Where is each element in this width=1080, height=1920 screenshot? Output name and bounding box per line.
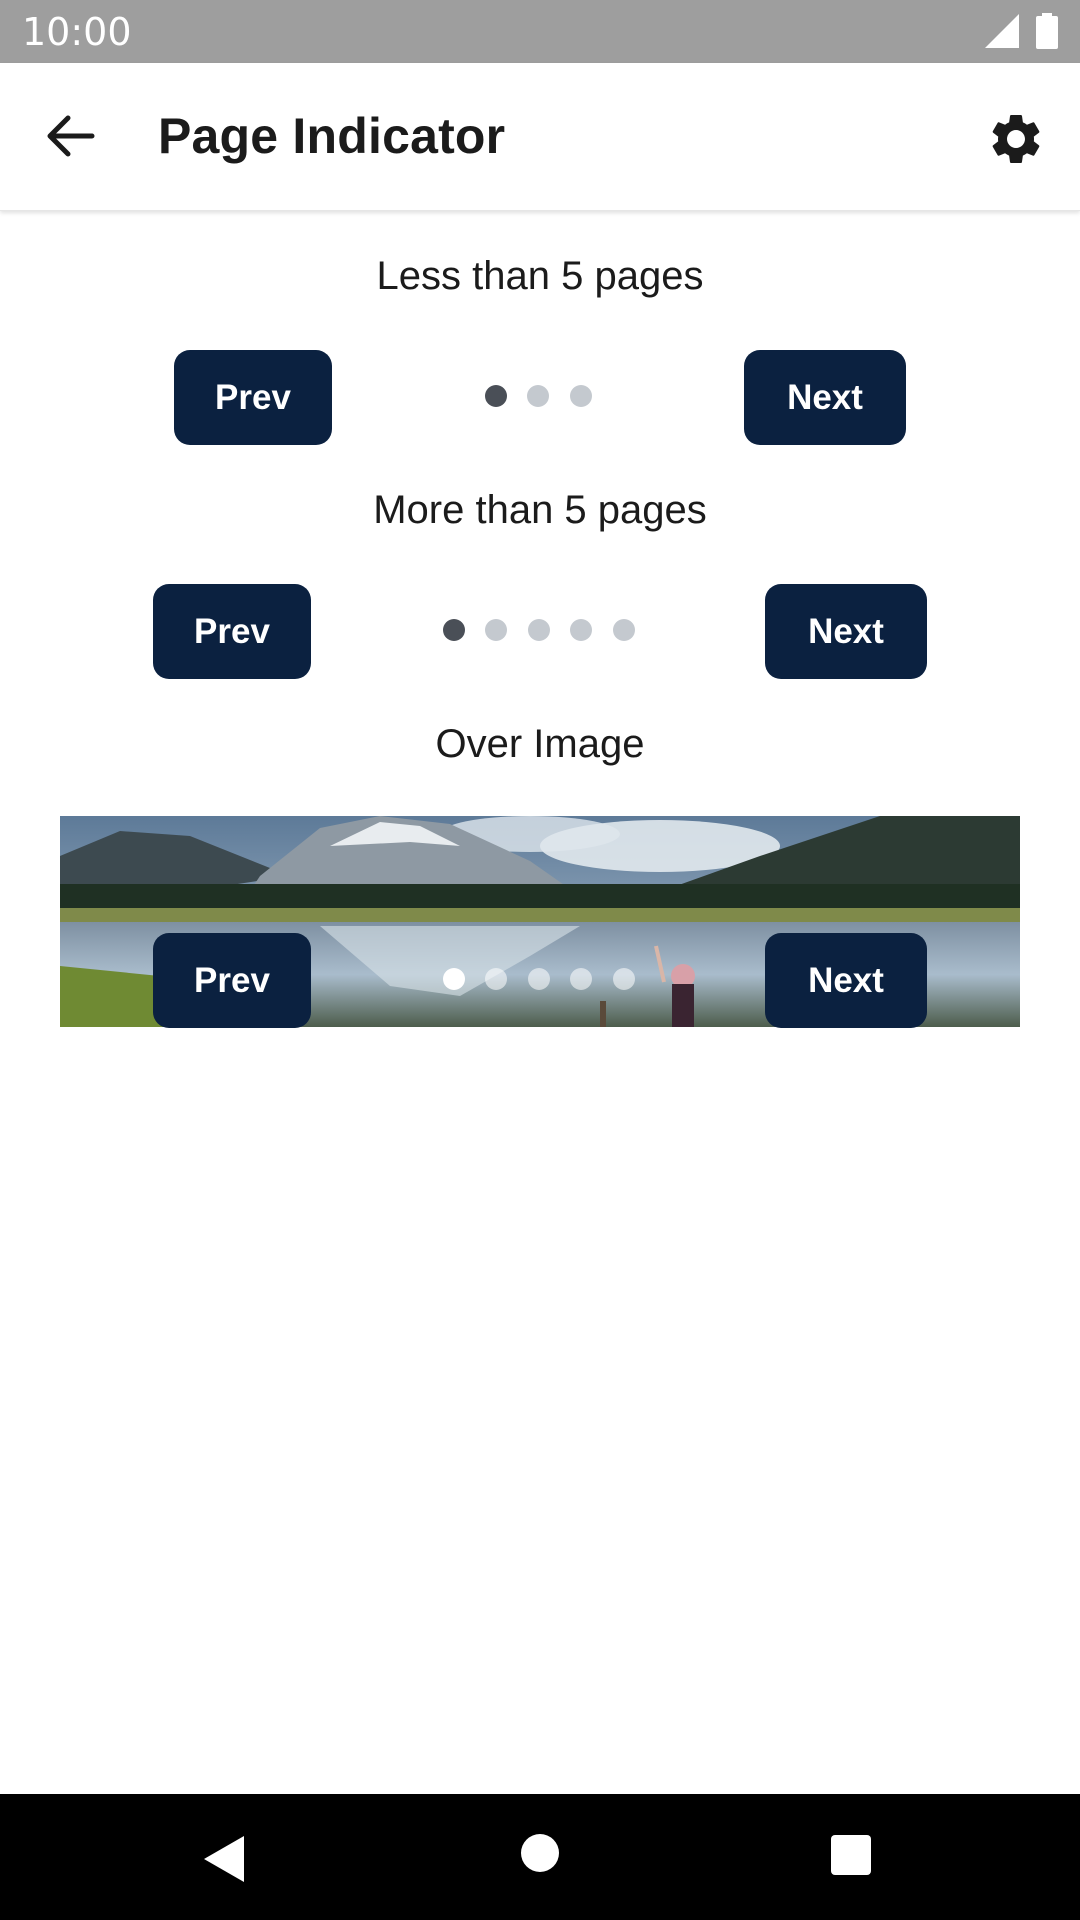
page-dot[interactable] bbox=[485, 385, 507, 407]
page-dot[interactable] bbox=[528, 968, 550, 990]
section-label-over-image: Over Image bbox=[435, 722, 645, 766]
page-dot[interactable] bbox=[613, 619, 635, 641]
page-dot[interactable] bbox=[485, 619, 507, 641]
page-dot[interactable] bbox=[570, 385, 592, 407]
page-indicator-over-image bbox=[443, 968, 635, 990]
status-bar: 10:00 bbox=[0, 0, 1080, 63]
gear-icon[interactable] bbox=[986, 109, 1046, 169]
prev-button-over-image[interactable]: Prev bbox=[153, 933, 311, 1028]
nav-back-icon[interactable] bbox=[204, 1836, 244, 1882]
status-time: 10:00 bbox=[22, 10, 132, 54]
page-dot[interactable] bbox=[485, 968, 507, 990]
signal-icon bbox=[985, 14, 1019, 48]
next-button-over-image[interactable]: Next bbox=[765, 933, 927, 1028]
prev-button-more-than-5[interactable]: Prev bbox=[153, 584, 311, 679]
next-button-less-than-5[interactable]: Next bbox=[744, 350, 906, 445]
page-dot[interactable] bbox=[527, 385, 549, 407]
section-label-less-than-5: Less than 5 pages bbox=[376, 254, 704, 298]
page-indicator-less-than-5 bbox=[485, 385, 592, 407]
page-indicator-more-than-5 bbox=[443, 619, 635, 641]
page-dot[interactable] bbox=[570, 619, 592, 641]
page-dot[interactable] bbox=[443, 619, 465, 641]
page-dot[interactable] bbox=[570, 968, 592, 990]
page-dot[interactable] bbox=[443, 968, 465, 990]
back-arrow-icon[interactable] bbox=[44, 110, 96, 162]
prev-button-less-than-5[interactable]: Prev bbox=[174, 350, 332, 445]
nav-home-icon[interactable] bbox=[520, 1833, 560, 1873]
system-navigation-bar bbox=[0, 1794, 1080, 1920]
page-dot[interactable] bbox=[528, 619, 550, 641]
app-bar: Page Indicator bbox=[0, 63, 1080, 211]
battery-icon bbox=[1036, 13, 1058, 49]
nav-recents-icon[interactable] bbox=[831, 1835, 871, 1875]
section-label-more-than-5: More than 5 pages bbox=[373, 488, 707, 532]
page-title: Page Indicator bbox=[158, 108, 506, 164]
next-button-more-than-5[interactable]: Next bbox=[765, 584, 927, 679]
page-dot[interactable] bbox=[613, 968, 635, 990]
